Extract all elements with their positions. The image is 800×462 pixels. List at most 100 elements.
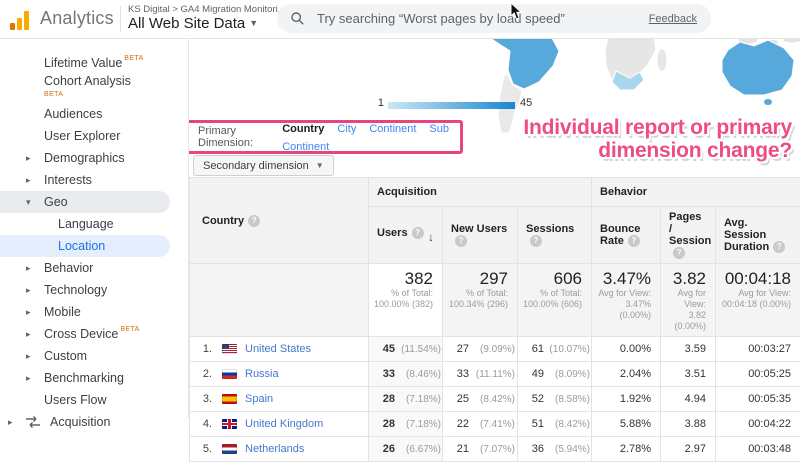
chevron-down-icon: ▼ bbox=[249, 18, 258, 28]
help-icon[interactable]: ? bbox=[530, 235, 542, 247]
country-flag-icon bbox=[222, 419, 237, 429]
sidebar-item-label: Location bbox=[58, 239, 105, 253]
app-header: Analytics KS Digital > GA4 Migration Mon… bbox=[0, 0, 800, 39]
table-row[interactable]: 1. United States 45(11.54%) 27(9.09%) 61… bbox=[190, 337, 800, 362]
row-index: 3. bbox=[190, 393, 212, 405]
sidebar-item-label: Mobile bbox=[44, 305, 81, 319]
sidebar-item-technology[interactable]: ▸ Technology bbox=[0, 279, 188, 301]
help-icon[interactable]: ? bbox=[412, 227, 424, 239]
help-icon[interactable]: ? bbox=[455, 235, 467, 247]
column-header-pages-session[interactable]: Pages / Session? bbox=[661, 207, 716, 264]
chevron-right-icon: ▸ bbox=[26, 329, 40, 340]
help-icon[interactable]: ? bbox=[773, 241, 785, 253]
beta-badge: BETA bbox=[44, 88, 131, 101]
sidebar-item-geo[interactable]: ▾Geo bbox=[0, 191, 170, 213]
sidebar-item-label: Audiences bbox=[44, 107, 102, 121]
table-body: 1. United States 45(11.54%) 27(9.09%) 61… bbox=[190, 337, 800, 462]
summary-avg-duration: 00:04:18 Avg for View: 00:04:18 (0.00%) bbox=[716, 264, 800, 337]
primary-dimension-country[interactable]: Country bbox=[282, 123, 324, 135]
sidebar-item-label: Users Flow bbox=[44, 393, 107, 407]
chevron-right-icon: ▸ bbox=[26, 263, 40, 274]
sidebar-item-custom[interactable]: ▸ Custom bbox=[0, 345, 188, 367]
chevron-right-icon: ▸ bbox=[26, 153, 40, 164]
sidebar-item-label: Benchmarking bbox=[44, 371, 124, 385]
sidebar-item-cross-device[interactable]: ▸ Cross DeviceBETA bbox=[0, 323, 188, 345]
sidebar-item-language[interactable]: Language bbox=[0, 213, 188, 235]
chevron-right-icon: ▸ bbox=[8, 417, 20, 428]
table-row[interactable]: 3. Spain 28(7.18%) 25(8.42%) 52(8.58%) 1… bbox=[190, 387, 800, 412]
country-link[interactable]: United Kingdom bbox=[245, 418, 323, 430]
search-bar[interactable]: Try searching “Worst pages by load speed… bbox=[277, 4, 711, 33]
sidebar-item-acquisition[interactable]: ▸ Acquisition bbox=[0, 411, 188, 433]
summary-empty-cell bbox=[190, 264, 369, 337]
help-icon[interactable]: ? bbox=[673, 247, 685, 259]
country-link[interactable]: Netherlands bbox=[245, 443, 304, 455]
table-row[interactable]: 5. Netherlands 26(6.67%) 21(7.07%) 36(5.… bbox=[190, 437, 800, 462]
feedback-link[interactable]: Feedback bbox=[649, 13, 697, 25]
column-header-sessions[interactable]: Sessions? bbox=[518, 207, 592, 264]
beta-badge: BETA bbox=[120, 326, 139, 333]
sort-descending-icon[interactable]: ↓ bbox=[428, 230, 434, 244]
sidebar-item-users-flow[interactable]: Users Flow bbox=[0, 389, 188, 411]
legend-max-value: 45 bbox=[520, 97, 532, 109]
help-icon[interactable]: ? bbox=[248, 215, 260, 227]
column-header-bounce-rate[interactable]: Bounce Rate? bbox=[592, 207, 661, 264]
chevron-right-icon: ▸ bbox=[26, 285, 40, 296]
sidebar-item-lifetime-value[interactable]: Lifetime ValueBETA bbox=[0, 52, 188, 74]
summary-row: 382 % of Total: 100.00% (382) 297 % of T… bbox=[190, 264, 800, 337]
summary-sessions: 606 % of Total: 100.00% (606) bbox=[518, 264, 592, 337]
sidebar-item-audiences[interactable]: Audiences bbox=[0, 103, 188, 125]
sidebar-item-user-explorer[interactable]: User Explorer bbox=[0, 125, 188, 147]
chevron-down-icon: ▼ bbox=[316, 161, 324, 170]
sidebar-item-label: Acquisition bbox=[50, 415, 110, 429]
country-flag-icon bbox=[222, 394, 237, 404]
column-header-country[interactable]: Country? bbox=[190, 178, 369, 264]
analytics-logo-icon[interactable] bbox=[10, 8, 34, 30]
country-link[interactable]: Spain bbox=[245, 393, 273, 405]
chevron-right-icon: ▸ bbox=[26, 307, 40, 318]
summary-pages-session: 3.82 Avg for View: 3.82 (0.00%) bbox=[661, 264, 716, 337]
sidebar-item-label: Technology bbox=[44, 283, 107, 297]
sidebar-item-label: User Explorer bbox=[44, 129, 120, 143]
primary-dimension-city[interactable]: City bbox=[337, 123, 356, 135]
country-link[interactable]: Russia bbox=[245, 368, 279, 380]
summary-users: 382 % of Total: 100.00% (382) bbox=[369, 264, 443, 337]
sidebar-item-label: Language bbox=[58, 217, 114, 231]
sidebar-item-cohort-analysis[interactable]: Cohort AnalysisBETA bbox=[0, 74, 188, 103]
sidebar-item-label: Interests bbox=[44, 173, 92, 187]
sidebar-item-mobile[interactable]: ▸ Mobile bbox=[0, 301, 188, 323]
sidebar-item-demographics[interactable]: ▸ Demographics bbox=[0, 147, 188, 169]
country-link[interactable]: United States bbox=[245, 343, 311, 355]
sidebar-item-label: Cross Device bbox=[44, 327, 118, 341]
sidebar-item-location[interactable]: Location bbox=[0, 235, 170, 257]
group-header-behavior: Behavior bbox=[592, 178, 800, 207]
country-flag-icon bbox=[222, 444, 237, 454]
property-selector[interactable]: All Web Site Data▼ bbox=[128, 15, 258, 32]
column-header-avg-session-duration[interactable]: Avg. Session Duration? bbox=[716, 207, 800, 264]
chevron-right-icon: ▸ bbox=[26, 351, 40, 362]
column-header-users[interactable]: Users? ↓ bbox=[369, 207, 443, 264]
country-flag-icon bbox=[222, 344, 237, 354]
sidebar-item-label: Behavior bbox=[44, 261, 93, 275]
chevron-down-icon: ▾ bbox=[26, 197, 40, 208]
breadcrumb[interactable]: KS Digital > GA4 Migration Monitori... bbox=[128, 4, 286, 15]
row-index: 5. bbox=[190, 443, 212, 455]
table-row[interactable]: 2. Russia 33(8.46%) 33(11.11%) 49(8.09%)… bbox=[190, 362, 800, 387]
column-header-new-users[interactable]: New Users? bbox=[443, 207, 518, 264]
summary-bounce-rate: 3.47% Avg for View: 3.47% (0.00%) bbox=[592, 264, 661, 337]
sidebar-item-interests[interactable]: ▸Interests bbox=[0, 169, 188, 191]
search-input[interactable]: Try searching “Worst pages by load speed… bbox=[317, 11, 649, 26]
table-row[interactable]: 4. United Kingdom 28(7.18%) 22(7.41%) 51… bbox=[190, 412, 800, 437]
sidebar-item-behavior[interactable]: ▸ Behavior bbox=[0, 257, 188, 279]
country-flag-icon bbox=[222, 369, 237, 379]
sidebar-item-benchmarking[interactable]: ▸ Benchmarking bbox=[0, 367, 188, 389]
acquisition-icon bbox=[24, 415, 42, 429]
map-color-legend bbox=[388, 102, 515, 109]
help-icon[interactable]: ? bbox=[628, 235, 640, 247]
primary-dimension-continent[interactable]: Continent bbox=[369, 123, 416, 135]
sidebar-item-label: Demographics bbox=[44, 151, 125, 165]
chevron-right-icon: ▸ bbox=[26, 373, 40, 384]
sidebar-item-label: Custom bbox=[44, 349, 87, 363]
secondary-dimension-button[interactable]: Secondary dimension ▼ bbox=[193, 155, 334, 176]
header-divider bbox=[120, 6, 121, 32]
